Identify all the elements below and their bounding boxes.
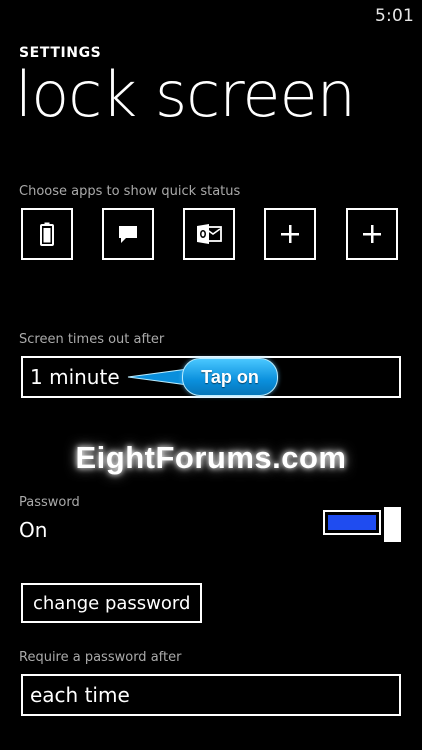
toggle-thumb[interactable] [384,507,401,542]
battery-icon [40,222,54,246]
password-state: On [19,518,48,542]
quick-status-tile-battery[interactable] [21,208,73,260]
require-password-label: Require a password after [19,650,182,665]
screen-timeout-select[interactable]: 1 minute [21,356,401,398]
require-password-select[interactable]: each time [21,674,401,716]
message-icon [119,226,137,243]
quick-status-tile-add-2[interactable] [346,208,398,260]
outlook-icon [197,224,222,244]
quick-status-tile-add-1[interactable] [264,208,316,260]
password-toggle[interactable] [323,507,401,542]
password-label: Password [19,495,80,510]
toggle-fill [328,515,376,530]
status-time: 5:01 [375,6,414,26]
page-title: lock screen [15,58,356,131]
quick-status-tile-outlook[interactable] [183,208,235,260]
toggle-track [323,510,381,535]
change-password-button[interactable]: change password [21,583,203,623]
require-password-value: each time [30,683,130,707]
screen-timeout-value: 1 minute [30,365,120,389]
screen-timeout-label: Screen times out after [19,332,165,347]
quick-status-tile-messaging[interactable] [102,208,154,260]
plus-icon [363,225,381,243]
plus-icon [281,225,299,243]
quick-status-label: Choose apps to show quick status [19,184,241,199]
watermark: EightForums.com [75,440,347,475]
quick-status-tiles [21,208,401,260]
